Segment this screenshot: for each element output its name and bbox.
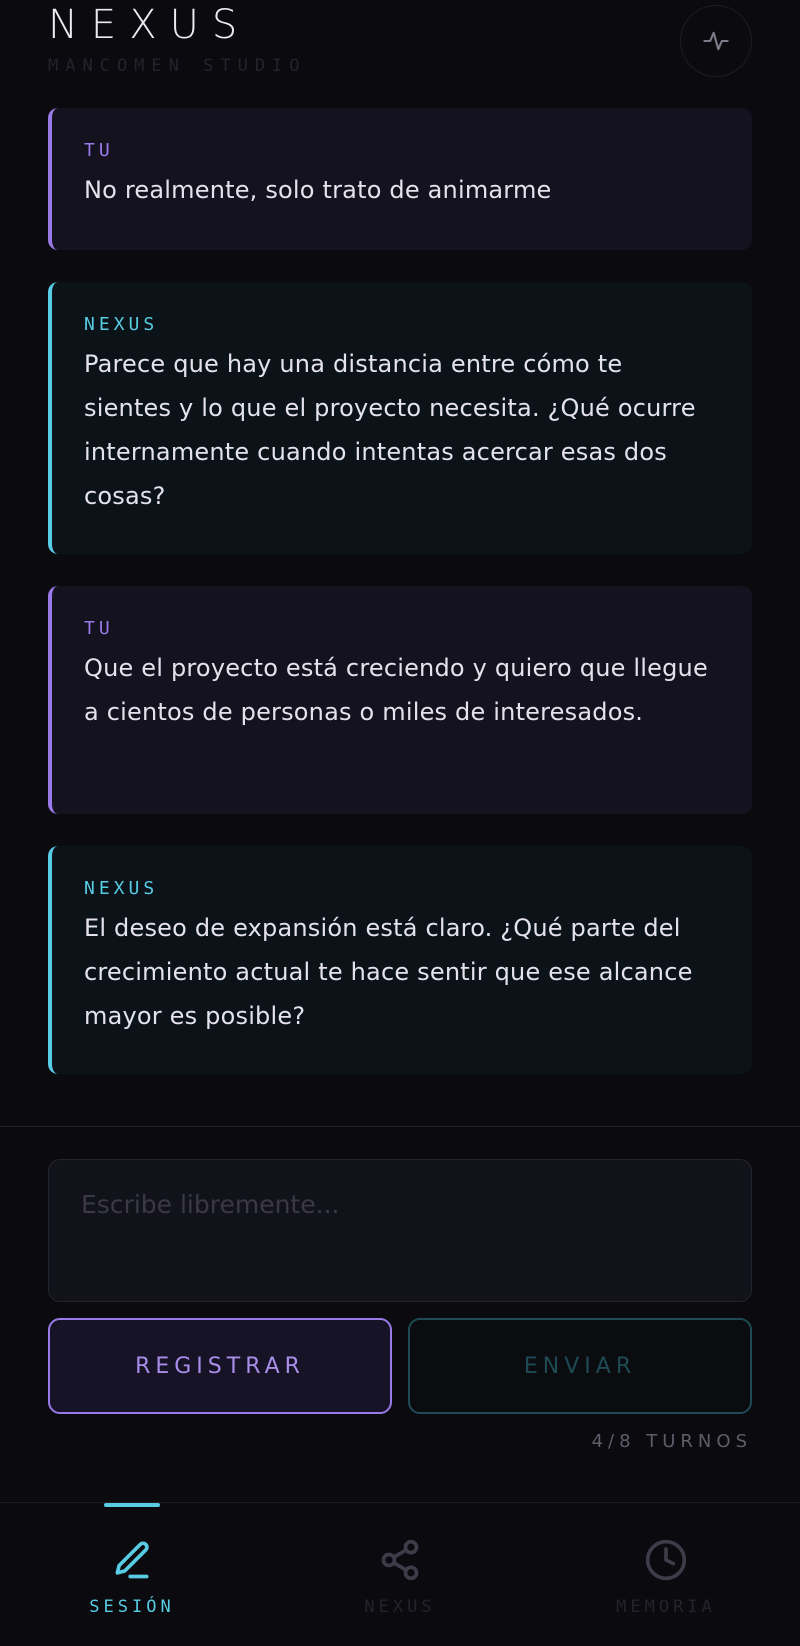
- share-icon: [381, 1539, 419, 1581]
- nav-label: SESIÓN: [89, 1597, 175, 1617]
- message-input-box[interactable]: [48, 1159, 752, 1302]
- message-text: El deseo de expansión está claro. ¿Qué p…: [84, 914, 693, 1030]
- pencil-icon: [115, 1541, 149, 1579]
- app-subtitle: MANCOMEN STUDIO: [48, 56, 307, 76]
- nav-item-memoria[interactable]: MEMORIA: [546, 1503, 786, 1646]
- message-role-label: TU: [84, 618, 114, 639]
- app-title: NEXUS: [48, 2, 251, 48]
- clock-icon: [645, 1539, 687, 1581]
- message-role-label: NEXUS: [84, 878, 159, 899]
- message-user: TU Que el proyecto está creciendo y quie…: [48, 586, 752, 814]
- message-role-label: TU: [84, 140, 114, 161]
- composer-divider: [0, 1126, 800, 1127]
- message-text: Parece que hay una distancia entre cómo …: [84, 350, 696, 510]
- message-nexus: NEXUS El deseo de expansión está claro. …: [48, 846, 752, 1074]
- nav-item-nexus[interactable]: NEXUS: [280, 1503, 520, 1646]
- nav-item-sesion[interactable]: SESIÓN: [12, 1503, 252, 1646]
- message-user: TU No realmente, solo trato de animarme: [48, 108, 752, 250]
- register-button[interactable]: REGISTRAR: [48, 1318, 392, 1414]
- message-list: TU No realmente, solo trato de animarme …: [48, 108, 752, 1106]
- message-text: Que el proyecto está creciendo y quiero …: [84, 654, 708, 726]
- nav-label: MEMORIA: [616, 1597, 716, 1617]
- message-text: No realmente, solo trato de animarme: [84, 176, 552, 204]
- send-button[interactable]: ENVIAR: [408, 1318, 752, 1414]
- activity-pulse-icon: [703, 31, 729, 51]
- message-nexus: NEXUS Parece que hay una distancia entre…: [48, 282, 752, 554]
- message-input[interactable]: [81, 1190, 719, 1271]
- message-role-label: NEXUS: [84, 314, 159, 335]
- activity-button[interactable]: [680, 5, 752, 77]
- turn-counter: 4/8 TURNOS: [591, 1431, 752, 1452]
- app-header: NEXUS MANCOMEN STUDIO: [0, 0, 800, 100]
- nav-active-indicator: [104, 1503, 160, 1507]
- nav-label: NEXUS: [364, 1597, 436, 1617]
- bottom-nav: SESIÓN NEXUS MEMORIA: [0, 1502, 800, 1646]
